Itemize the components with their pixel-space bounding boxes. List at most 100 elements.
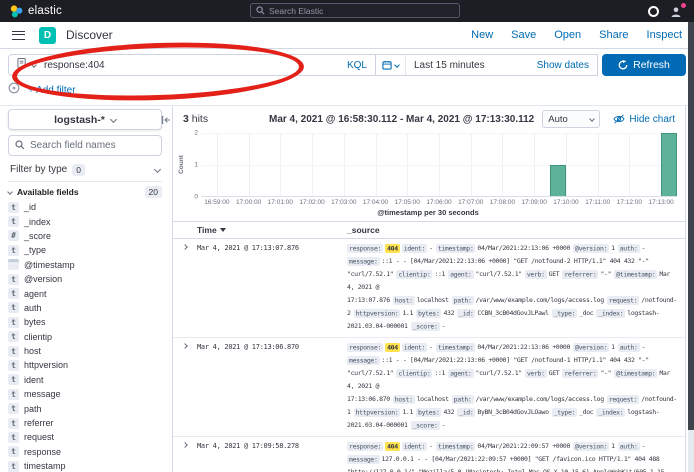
help-icon[interactable] bbox=[648, 6, 659, 17]
page-title: Discover bbox=[66, 28, 113, 42]
field-value: - bbox=[642, 442, 646, 450]
doc-table-body: Mar 4, 2021 @ 17:13:07.876response:404id… bbox=[173, 239, 685, 472]
expand-toggle[interactable] bbox=[173, 440, 197, 472]
field-value: 04/Mar/2021:22:13:06 +0000 bbox=[477, 244, 570, 252]
add-filter-button[interactable]: + Add filter bbox=[28, 85, 76, 96]
chevron-down-icon bbox=[31, 62, 37, 68]
query-language-button[interactable]: KQL bbox=[347, 60, 367, 71]
field-badge: ident: bbox=[402, 343, 427, 352]
nav-action-open[interactable]: Open bbox=[554, 29, 581, 41]
histogram-bar[interactable] bbox=[661, 133, 677, 196]
field-badge: @version: bbox=[573, 343, 609, 352]
field-badge: message: bbox=[347, 356, 380, 365]
query-input[interactable]: response:404 KQL bbox=[8, 54, 376, 76]
field-badge: message: bbox=[347, 257, 380, 266]
field-item-httpversion[interactable]: thttpversion bbox=[8, 358, 162, 372]
show-dates-button[interactable]: Show dates bbox=[537, 60, 597, 71]
available-fields-header[interactable]: Available fields 20 bbox=[8, 186, 162, 198]
filter-by-type[interactable]: Filter by type 0 bbox=[8, 161, 162, 182]
field-badge: referrer: bbox=[562, 369, 598, 378]
field-value: _doc bbox=[579, 309, 593, 317]
field-value: /var/www/example.com/logs/access.log bbox=[476, 296, 604, 304]
field-name: path bbox=[24, 404, 42, 414]
expand-toggle[interactable] bbox=[173, 242, 197, 333]
scrollbar-thumb[interactable] bbox=[688, 22, 694, 430]
field-value: 127.0.0.1 - - [04/Mar/2021:22:09:57 +000… bbox=[347, 455, 664, 472]
field-item-score[interactable]: #_score bbox=[8, 229, 162, 243]
field-item-timestamp[interactable]: @timestamp bbox=[8, 258, 162, 272]
x-tick-label: 17:07:00 bbox=[458, 199, 483, 206]
source-cell: response:404ident:-timestamp:04/Mar/2021… bbox=[347, 242, 686, 333]
field-name: ident bbox=[24, 375, 44, 385]
index-pattern-name: logstash-* bbox=[54, 114, 105, 126]
document-table: Time _source Mar 4, 2021 @ 17:13:07.876r… bbox=[173, 221, 685, 472]
field-name: agent bbox=[24, 289, 47, 299]
y-tick-label: 1 bbox=[194, 162, 198, 169]
source-cell: response:404ident:-timestamp:04/Mar/2021… bbox=[347, 440, 685, 472]
field-item-id[interactable]: t_id bbox=[8, 200, 162, 214]
x-tick-label: 17:11:00 bbox=[585, 199, 610, 206]
field-badge: _id: bbox=[457, 408, 475, 417]
field-name: request bbox=[24, 432, 54, 442]
text-field-icon: t bbox=[8, 389, 19, 400]
global-search-input[interactable]: Search Elastic bbox=[250, 3, 460, 18]
field-item-bytes[interactable]: tbytes bbox=[8, 315, 162, 329]
time-cell: Mar 4, 2021 @ 17:09:58.278 bbox=[197, 440, 347, 472]
field-search-input[interactable]: Search field names bbox=[8, 135, 162, 156]
field-item-clientip[interactable]: tclientip bbox=[8, 330, 162, 344]
field-badge: timestamp: bbox=[436, 442, 476, 451]
interval-select[interactable]: Auto bbox=[542, 110, 600, 128]
field-item-ident[interactable]: tident bbox=[8, 373, 162, 387]
nav-action-save[interactable]: Save bbox=[511, 29, 536, 41]
menu-icon[interactable] bbox=[12, 31, 25, 40]
field-item-agent[interactable]: tagent bbox=[8, 286, 162, 300]
field-badge: auth: bbox=[618, 244, 640, 253]
field-badge: _index: bbox=[596, 309, 625, 318]
refresh-button[interactable]: Refresh bbox=[602, 54, 686, 76]
field-item-message[interactable]: t message bbox=[8, 387, 162, 401]
field-item-request[interactable]: trequest bbox=[8, 430, 162, 444]
field-name: message bbox=[24, 389, 61, 399]
chevron-down-icon bbox=[394, 62, 400, 68]
field-badge: clientip: bbox=[396, 369, 432, 378]
histogram-bar[interactable] bbox=[550, 165, 566, 197]
gridline bbox=[201, 133, 677, 134]
hide-chart-button[interactable]: Hide chart bbox=[613, 114, 675, 125]
field-item-host[interactable]: thost bbox=[8, 344, 162, 358]
field-value: 1 bbox=[611, 442, 615, 450]
text-field-icon: t bbox=[8, 274, 19, 285]
x-tick-label: 17:05:00 bbox=[395, 199, 420, 206]
field-item-response[interactable]: tresponse bbox=[8, 445, 162, 459]
field-item-referrer[interactable]: treferrer bbox=[8, 416, 162, 430]
nav-action-inspect[interactable]: Inspect bbox=[647, 29, 682, 41]
vertical-scrollbar[interactable] bbox=[688, 22, 694, 472]
x-tick-label: 16:59:00 bbox=[204, 199, 229, 206]
saved-query-icon[interactable] bbox=[17, 56, 27, 74]
text-field-icon: t bbox=[8, 202, 19, 213]
time-range-value[interactable]: Last 15 minutes bbox=[406, 60, 485, 71]
text-field-icon: t bbox=[8, 245, 19, 256]
field-value: - bbox=[442, 421, 446, 429]
app-nav-bar: D Discover NewSaveOpenShareInspect bbox=[0, 22, 694, 49]
column-header-time[interactable]: Time bbox=[197, 225, 347, 235]
field-name: _score bbox=[24, 231, 51, 241]
date-quick-select[interactable] bbox=[376, 55, 406, 75]
field-item-version[interactable]: t@version bbox=[8, 272, 162, 286]
expand-toggle[interactable] bbox=[173, 341, 197, 432]
field-item-auth[interactable]: tauth bbox=[8, 301, 162, 315]
nav-action-new[interactable]: New bbox=[471, 29, 493, 41]
user-avatar[interactable] bbox=[670, 5, 684, 18]
field-badge: agent: bbox=[448, 369, 473, 378]
available-fields-count-badge: 20 bbox=[145, 186, 162, 198]
field-item-path[interactable]: tpath bbox=[8, 401, 162, 415]
field-badge: bytes: bbox=[416, 309, 441, 318]
field-item-timestamp[interactable]: ttimestamp bbox=[8, 459, 162, 472]
nav-action-share[interactable]: Share bbox=[599, 29, 628, 41]
field-item-index[interactable]: t_index bbox=[8, 214, 162, 228]
highlighted-value: 404 bbox=[385, 442, 400, 451]
index-pattern-selector[interactable]: logstash-* bbox=[8, 109, 162, 130]
field-item-type[interactable]: t_type bbox=[8, 243, 162, 257]
collapse-sidebar-icon[interactable] bbox=[161, 112, 171, 130]
filter-settings-icon[interactable] bbox=[8, 81, 20, 99]
field-value: - bbox=[642, 343, 646, 351]
